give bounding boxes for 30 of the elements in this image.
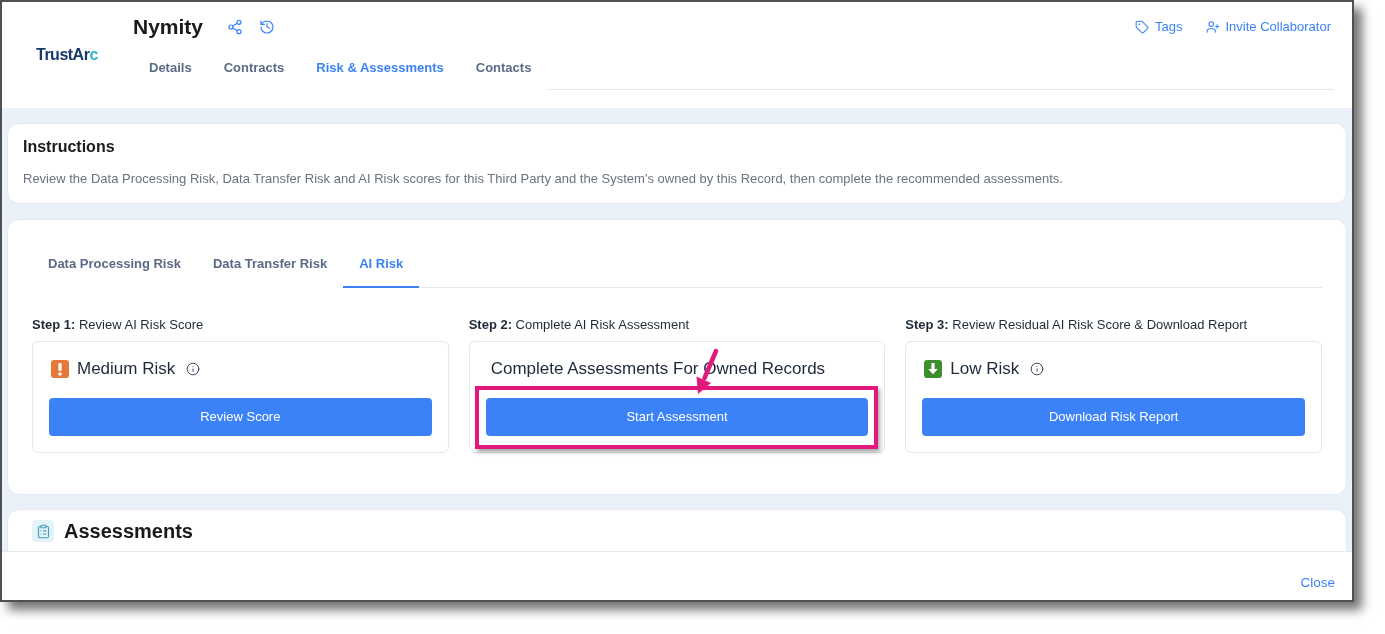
instructions-text: Review the Data Processing Risk, Data Transfer Risk and AI Risk scores for this Third Party and the System’s owned by this Record, then complete the recommended assessments. — [23, 170, 1064, 188]
clipboard-icon — [32, 520, 54, 542]
section-title: Instructions — [23, 137, 116, 157]
user-plus-icon — [1205, 20, 1220, 34]
invite-collaborator-button[interactable]: Invite Collaborator — [1205, 17, 1331, 37]
risk-heading: Low Risk — [950, 358, 1020, 380]
tab[interactable]: Data Processing Risk — [32, 243, 197, 288]
record-title: Nymity — [133, 14, 204, 40]
risk-heading: Medium Risk — [77, 358, 176, 380]
tag-icon — [1135, 20, 1150, 34]
step-label: Step 1: Review AI Risk Score — [32, 316, 205, 334]
action-button[interactable]: Download Risk Report — [922, 398, 1305, 436]
info-icon[interactable] — [1030, 362, 1045, 376]
tab[interactable]: Contacts — [459, 46, 548, 90]
info-icon[interactable] — [186, 362, 201, 376]
tab[interactable]: AI Risk — [343, 243, 420, 288]
tags-button[interactable]: Tags — [1135, 17, 1183, 37]
share-icon[interactable] — [227, 19, 244, 35]
step-label: Step 3: Review Residual AI Risk Score & Download Report — [905, 316, 1249, 334]
tab[interactable]: Details — [133, 46, 208, 90]
action-button[interactable]: Review Score — [49, 398, 432, 436]
section-title: Assessments — [64, 519, 193, 544]
logo: TrustArc — [36, 45, 98, 65]
tab[interactable]: Risk & Assessments — [300, 46, 460, 90]
history-icon[interactable] — [259, 19, 276, 35]
action-button[interactable]: Start Assessment — [485, 398, 869, 436]
tab[interactable]: Contracts — [207, 46, 301, 90]
tab[interactable]: Data Transfer Risk — [196, 243, 344, 288]
close-button[interactable]: Close — [1300, 574, 1335, 592]
step-label: Step 2: Complete AI Risk Assessment — [468, 316, 690, 334]
